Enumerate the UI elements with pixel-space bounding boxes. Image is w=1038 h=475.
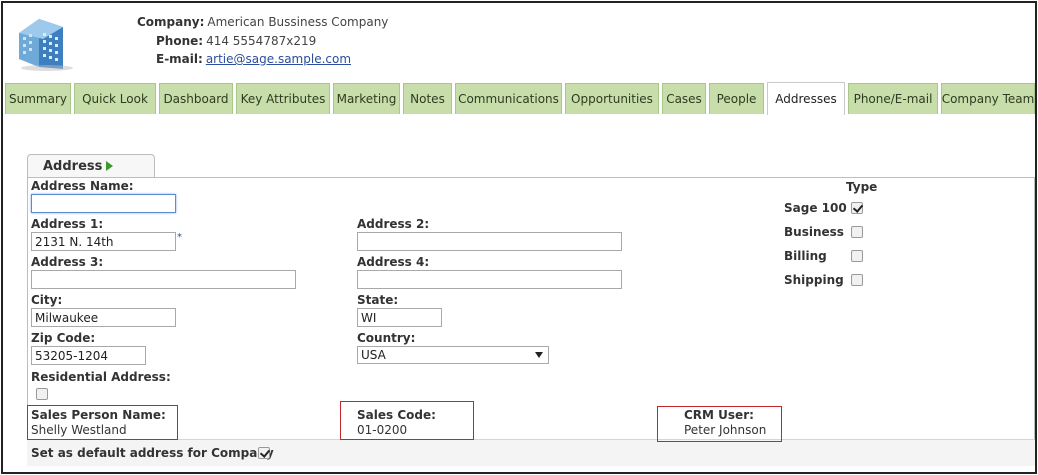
type-billing-label: Billing [784, 249, 827, 263]
tab-addresses[interactable]: Addresses [767, 82, 845, 115]
zip-code-label: Zip Code: [31, 331, 96, 345]
chevron-down-icon [535, 352, 543, 358]
company-row: Company: American Bussiness Company [137, 15, 388, 29]
crm-user-label: CRM User: [684, 408, 754, 422]
crm-user-value: Peter Johnson [684, 423, 767, 437]
email-link[interactable]: artie@sage.sample.com [206, 52, 351, 66]
play-arrow-icon [106, 161, 113, 171]
address1-label: Address 1: [31, 217, 104, 231]
required-marker: * [177, 232, 182, 243]
company-header: Company: American Bussiness Company Phone… [3, 3, 1035, 82]
tab-quick-look[interactable]: Quick Look [74, 83, 156, 114]
type-business-label: Business [784, 225, 844, 239]
zip-code-input[interactable] [31, 346, 146, 365]
residential-address-checkbox[interactable] [36, 388, 48, 400]
address1-input[interactable] [31, 232, 176, 251]
default-address-label: Set as default address for Company [31, 446, 274, 460]
sales-person-label: Sales Person Name: [31, 408, 166, 422]
tab-key-attributes[interactable]: Key Attributes [236, 83, 330, 114]
address-name-input[interactable] [31, 194, 176, 213]
address4-input[interactable] [357, 270, 622, 289]
state-input[interactable] [357, 308, 442, 327]
type-sage100-label: Sage 100 [784, 201, 847, 215]
window-frame: Company: American Bussiness Company Phone… [1, 1, 1037, 474]
tab-notes[interactable]: Notes [403, 83, 452, 114]
address-name-label: Address Name: [31, 179, 134, 193]
type-shipping-checkbox[interactable] [851, 274, 863, 286]
residential-address-label: Residential Address: [31, 370, 171, 384]
tab-cases[interactable]: Cases [662, 83, 706, 114]
email-row: E-mail: artie@sage.sample.com [156, 52, 351, 66]
building-icon [19, 19, 73, 71]
country-select[interactable]: USA [357, 346, 549, 364]
sales-code-label: Sales Code: [357, 408, 436, 422]
address-panel [27, 177, 1035, 466]
sales-person-value: Shelly Westland [31, 423, 127, 437]
address3-label: Address 3: [31, 255, 104, 269]
default-address-checkbox[interactable] [258, 447, 270, 459]
company-label: Company: [137, 15, 205, 29]
type-sage100-checkbox[interactable] [851, 202, 863, 214]
type-heading: Type [846, 180, 878, 194]
address4-label: Address 4: [357, 255, 430, 269]
sales-code-value: 01-0200 [357, 423, 408, 437]
company-value: American Bussiness Company [207, 15, 389, 29]
type-business-checkbox[interactable] [851, 226, 863, 238]
phone-row: Phone: 414 5554787x219 [156, 34, 316, 48]
tab-people[interactable]: People [709, 83, 764, 114]
address3-input[interactable] [31, 270, 296, 289]
tab-company-team[interactable]: Company Team [941, 83, 1035, 114]
tab-dashboard[interactable]: Dashboard [159, 83, 233, 114]
tab-opportunities[interactable]: Opportunities [565, 83, 659, 114]
type-shipping-label: Shipping [784, 273, 844, 287]
tab-phone-email[interactable]: Phone/E-mail [848, 83, 938, 114]
tab-summary[interactable]: Summary [5, 83, 71, 114]
city-label: City: [31, 293, 63, 307]
phone-label: Phone: [156, 34, 204, 48]
state-label: State: [357, 293, 399, 307]
address2-input[interactable] [357, 232, 622, 251]
tab-marketing[interactable]: Marketing [333, 83, 400, 114]
phone-value: 414 5554787x219 [206, 34, 317, 48]
city-input[interactable] [31, 308, 176, 327]
tab-bar: Summary Quick Look Dashboard Key Attribu… [3, 82, 1035, 115]
address2-label: Address 2: [357, 217, 430, 231]
email-label: E-mail: [156, 52, 203, 66]
panel-title: Address [43, 159, 103, 174]
address-panel-tab[interactable]: Address [27, 154, 155, 178]
tab-communications[interactable]: Communications [455, 83, 562, 114]
country-label: Country: [357, 331, 416, 345]
type-billing-checkbox[interactable] [851, 250, 863, 262]
country-select-value: USA [361, 348, 386, 362]
